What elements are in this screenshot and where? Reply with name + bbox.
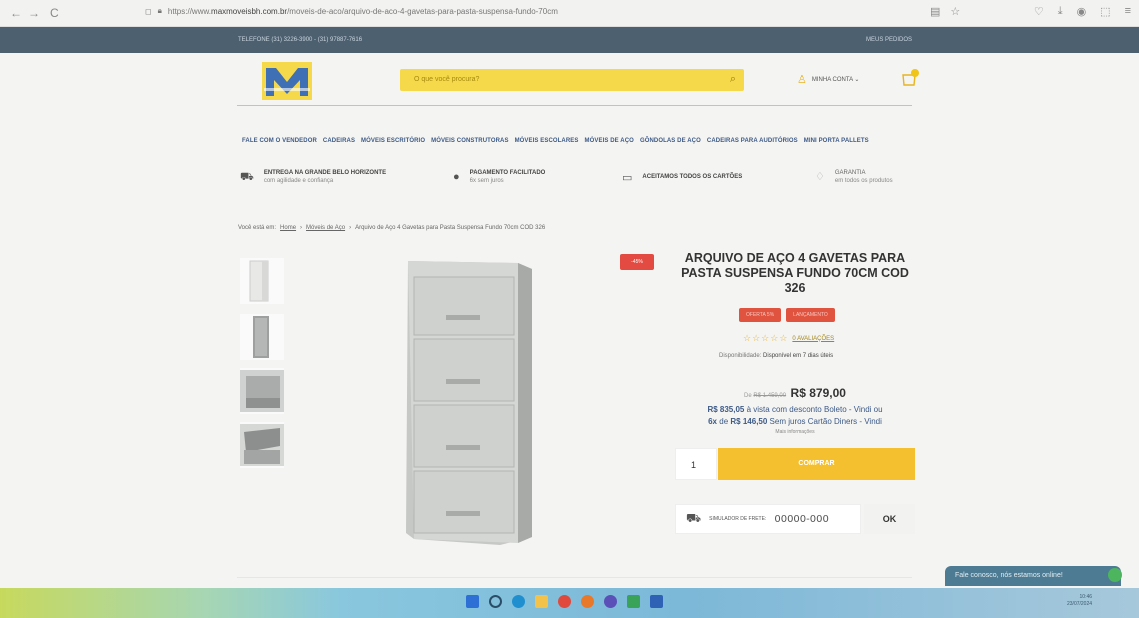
reader-icon[interactable]: ▤ bbox=[930, 5, 940, 18]
my-orders-link[interactable]: MEUS PEDIDOS bbox=[866, 37, 912, 43]
site-topbar: TELEFONE (31) 3226-3900 - (31) 97887-761… bbox=[0, 27, 1139, 53]
thumbnail-1[interactable] bbox=[240, 258, 284, 304]
thumbnail-4[interactable] bbox=[240, 422, 284, 468]
breadcrumb: Você está em: Home › Móveis de Aço › Arq… bbox=[238, 225, 546, 231]
feature-payment: ● PAGAMENTO FACILITADO 6x sem juros bbox=[453, 170, 546, 184]
lock-icon: 🔒︎ bbox=[157, 6, 162, 15]
buy-button[interactable]: COMPRAR bbox=[718, 448, 915, 480]
menu-item[interactable]: MÓVEIS ESCOLARES bbox=[515, 138, 579, 144]
zip-input[interactable]: 00000-000 bbox=[774, 514, 829, 525]
phone-text: TELEFONE (31) 3226-3900 - (31) 97887-761… bbox=[238, 37, 363, 43]
app-icon[interactable] bbox=[604, 595, 617, 608]
reload-icon[interactable]: C bbox=[50, 6, 59, 20]
search-icon[interactable] bbox=[489, 595, 502, 608]
account-menu[interactable]: ♙ MINHA CONTA ⌄ bbox=[797, 73, 859, 86]
menu-item[interactable]: MÓVEIS ESCRITÓRIO bbox=[361, 138, 425, 144]
chrome-icon[interactable] bbox=[558, 595, 571, 608]
menu-item[interactable]: GÔNDOLAS DE AÇO bbox=[640, 138, 701, 144]
extensions-icon[interactable]: ⬚ bbox=[1100, 5, 1110, 18]
star-icon: ☆ bbox=[761, 333, 770, 343]
star-icon: ☆ bbox=[779, 333, 788, 343]
main-menu: FALE COM O VENDEDOR CADEIRAS MÓVEIS ESCR… bbox=[242, 138, 869, 144]
shield-icon: ◻ bbox=[145, 6, 152, 16]
search-icon[interactable]: ⌕ bbox=[730, 73, 736, 86]
account-label: MINHA CONTA ⌄ bbox=[811, 77, 860, 83]
breadcrumb-home[interactable]: Home bbox=[280, 225, 296, 231]
payment-conditions: R$ 835,05 à vista com desconto Boleto - … bbox=[707, 405, 883, 426]
truck-icon: ⛟ bbox=[240, 171, 254, 183]
dollar-icon: ● bbox=[453, 171, 460, 183]
star-icon: ☆ bbox=[770, 333, 779, 343]
product-title: ARQUIVO DE AÇO 4 GAVETAS PARA PASTA SUSP… bbox=[681, 251, 909, 295]
feature-cards: ▭ ACEITAMOS TODOS OS CARTÕES bbox=[622, 172, 743, 184]
search-input[interactable]: O que você procura? ⌕ bbox=[400, 69, 744, 91]
whatsapp-icon[interactable] bbox=[627, 595, 640, 608]
menu-item[interactable]: CADEIRAS bbox=[323, 138, 355, 144]
word-icon[interactable] bbox=[650, 595, 663, 608]
menu-item[interactable]: MÓVEIS DE AÇO bbox=[585, 138, 634, 144]
product-badges: OFERTA 5% LANÇAMENTO bbox=[739, 308, 835, 322]
folder-icon[interactable] bbox=[535, 595, 548, 608]
card-icon: ▭ bbox=[622, 172, 633, 184]
menu-icon[interactable]: ≡ bbox=[1125, 5, 1131, 18]
user-icon: ♙ bbox=[797, 74, 807, 86]
shipping-label: SIMULADOR DE FRETE: bbox=[709, 516, 767, 522]
cart-button[interactable] bbox=[900, 69, 920, 89]
cart-icon bbox=[902, 69, 919, 86]
star-icon: ☆ bbox=[752, 333, 761, 343]
menu-item[interactable]: FALE COM O VENDEDOR bbox=[242, 138, 317, 144]
offer-badge: OFERTA 5% bbox=[739, 308, 782, 322]
download-icon[interactable]: ⤓ bbox=[1058, 5, 1063, 18]
pocket-icon[interactable]: ♡ bbox=[1034, 5, 1044, 18]
start-icon[interactable] bbox=[466, 595, 479, 608]
quantity-input[interactable]: 1 bbox=[675, 448, 717, 480]
price-box: De R$ 1.459,00 R$ 879,00 R$ 835,05 à vis… bbox=[672, 384, 918, 435]
launch-badge: LANÇAMENTO bbox=[786, 308, 835, 322]
browser-toolbar: ← → C ◻ 🔒︎ https://www.maxmoveisbh.com.b… bbox=[0, 0, 1139, 27]
shipping-ok-button[interactable]: OK bbox=[864, 504, 915, 534]
current-price: R$ 879,00 bbox=[790, 386, 846, 400]
address-bar[interactable]: ◻ 🔒︎ https://www.maxmoveisbh.com.br/move… bbox=[145, 6, 558, 16]
shipping-simulator: ⛟ SIMULADOR DE FRETE: 00000-000 bbox=[675, 504, 861, 534]
chat-icon[interactable] bbox=[1108, 568, 1122, 582]
header-divider bbox=[237, 105, 912, 106]
section-divider bbox=[237, 577, 912, 578]
reviews-link[interactable]: 0 AVALIAÇÕES bbox=[792, 336, 834, 342]
chat-widget[interactable]: Fale conosco, nós estamos online! bbox=[945, 566, 1121, 586]
old-price: De R$ 1.459,00 bbox=[744, 393, 787, 399]
forward-icon[interactable]: → bbox=[28, 6, 40, 20]
shield-icon: ♢ bbox=[815, 171, 825, 183]
thumbnail-2[interactable] bbox=[240, 314, 284, 360]
truck-icon: ⛟ bbox=[686, 511, 702, 525]
discount-tag: -45% bbox=[620, 254, 654, 270]
site-logo[interactable] bbox=[262, 62, 312, 100]
thumbnail-3[interactable] bbox=[240, 368, 284, 414]
search-placeholder: O que você procura? bbox=[414, 76, 480, 83]
account-icon[interactable]: ◉ bbox=[1077, 5, 1087, 18]
menu-item[interactable]: CADEIRAS PARA AUDITÓRIOS bbox=[707, 138, 798, 144]
rating: ☆ ☆ ☆ ☆ ☆ 0 AVALIAÇÕES bbox=[743, 333, 834, 344]
firefox-icon[interactable] bbox=[581, 595, 594, 608]
back-icon[interactable]: ← bbox=[10, 6, 22, 20]
star-icon: ☆ bbox=[743, 333, 752, 343]
feature-delivery: ⛟ ENTREGA NA GRANDE BELO HORIZONTE com ag… bbox=[240, 170, 387, 184]
breadcrumb-category[interactable]: Móveis de Aço bbox=[306, 225, 345, 231]
menu-item[interactable]: MÓVEIS CONSTRUTORAS bbox=[431, 138, 508, 144]
availability: Disponibilidade: Disponível em 7 dias út… bbox=[719, 353, 834, 359]
bookmark-star-icon[interactable]: ☆ bbox=[950, 5, 960, 18]
breadcrumb-current: Arquivo de Aço 4 Gavetas para Pasta Susp… bbox=[355, 225, 546, 231]
os-taskbar bbox=[0, 588, 1139, 618]
feature-warranty: ♢ GARANTIA em todos os produtos bbox=[815, 170, 893, 184]
menu-item[interactable]: MINI PORTA PALLETS bbox=[804, 138, 869, 144]
more-info-link[interactable]: Mais informações bbox=[672, 429, 918, 435]
edge-icon[interactable] bbox=[512, 595, 525, 608]
clock[interactable]: 10:46 23/07/2024 bbox=[1067, 594, 1092, 608]
product-image[interactable] bbox=[400, 255, 540, 545]
